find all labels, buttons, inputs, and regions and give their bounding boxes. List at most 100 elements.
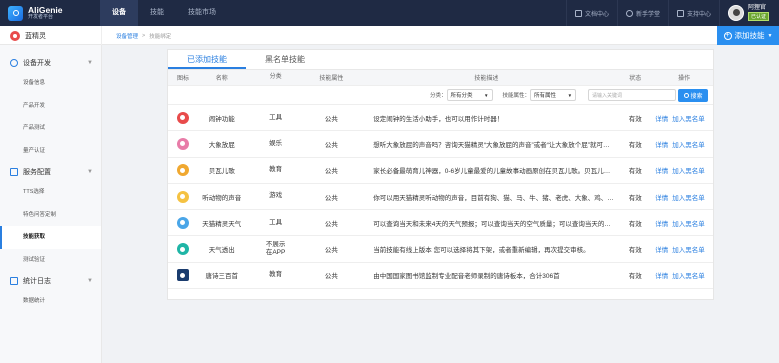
skill-name: 闹钟功能 bbox=[208, 115, 235, 123]
tutorial-link[interactable]: 新手学堂 bbox=[616, 0, 668, 26]
sidebar-group-stats-log[interactable]: 统计日志 ▼ bbox=[0, 271, 101, 290]
detail-link[interactable]: 详情 bbox=[655, 165, 668, 175]
add-blacklist-link[interactable]: 加入黑名单 bbox=[672, 218, 705, 228]
sidebar-item-tts[interactable]: TTS选择 bbox=[0, 181, 101, 204]
breadcrumb-root[interactable]: 设备管理 bbox=[116, 32, 138, 40]
col-ops: 操作 bbox=[678, 76, 691, 82]
docs-link[interactable]: 文档中心 bbox=[565, 0, 617, 26]
sub-header: 蓝精灵 设备管理 > 技能绑定 + 添加技能 ▼ bbox=[0, 26, 779, 45]
skill-category: 娱乐 bbox=[269, 139, 283, 147]
search-button[interactable]: 搜索 bbox=[678, 88, 709, 102]
table-row: 天猫精灵天气 工具 公共 可以查询当天和未来4天的天气预报；可以查询当天的空气质量；可… bbox=[168, 210, 713, 237]
detail-link[interactable]: 详情 bbox=[655, 139, 668, 149]
current-device[interactable]: 蓝精灵 bbox=[0, 26, 102, 45]
attr-select[interactable]: 所有属性 ▼ bbox=[530, 89, 577, 101]
skill-ops: 详情 加入黑名单 bbox=[655, 113, 713, 123]
skill-desc: 由中国国家图书馆监制专业配音老师录制的唐诗板本，合计306首 bbox=[373, 273, 560, 281]
skill-name: 听动物的声音 bbox=[202, 194, 242, 202]
add-blacklist-link[interactable]: 加入黑名单 bbox=[672, 244, 705, 254]
chevron-down-icon: ▼ bbox=[87, 168, 93, 175]
skill-icon bbox=[176, 216, 189, 229]
user-menu[interactable]: 阿狸官 已认证 bbox=[718, 0, 779, 26]
skill-status: 有效 bbox=[628, 141, 642, 149]
skill-name: 天猫精灵天气 bbox=[202, 220, 242, 228]
skill-ops: 详情 加入黑名单 bbox=[655, 218, 713, 228]
skill-desc: 当前技能有线上版本 您可以选择将其下架，或者重新编辑，再次提交审核。 bbox=[373, 247, 590, 255]
chevron-down-icon: ▼ bbox=[484, 92, 489, 98]
add-blacklist-link[interactable]: 加入黑名单 bbox=[672, 165, 705, 175]
detail-link[interactable]: 详情 bbox=[655, 113, 668, 123]
skill-desc: 可以查询当天和未来4天的天气预报；可以查询当天的空气质量；可以查询当天的生活指数 bbox=[373, 220, 616, 228]
app-name: AliGenie bbox=[28, 4, 63, 15]
detail-link[interactable]: 详情 bbox=[655, 192, 668, 202]
skill-icon bbox=[176, 164, 189, 177]
skill-status: 有效 bbox=[628, 247, 642, 255]
skill-icon bbox=[176, 269, 189, 282]
sidebar-item-certification[interactable]: 量产认证 bbox=[0, 140, 101, 163]
tab-added-skills[interactable]: 已添加技能 bbox=[168, 50, 246, 69]
add-blacklist-link[interactable]: 加入黑名单 bbox=[672, 139, 705, 149]
table-row: 天气透出 不展示 在APP 公共 当前技能有线上版本 您可以选择将其下架，或者重新编辑… bbox=[168, 236, 713, 263]
sidebar-item-skill-acquire[interactable]: 技能获取 bbox=[0, 226, 101, 249]
col-status: 状态 bbox=[629, 76, 642, 82]
chevron-down-icon: ▼ bbox=[567, 92, 573, 98]
device-icon bbox=[10, 30, 20, 41]
breadcrumb-separator: > bbox=[142, 32, 146, 39]
nav-skills[interactable]: 技能 bbox=[138, 0, 176, 26]
skill-category: 不展示 在APP bbox=[265, 241, 286, 257]
filter-bar: 分类： 所有分类 ▼ 技能属性： 所有属性 ▼ 请输入关键词 搜索 bbox=[168, 86, 713, 105]
avatar bbox=[727, 5, 744, 21]
verified-badge: 已认证 bbox=[747, 12, 769, 22]
sidebar-item-device-info[interactable]: 设备信息 bbox=[0, 72, 101, 95]
nav-device[interactable]: 设备 bbox=[100, 0, 138, 26]
detail-link[interactable]: 详情 bbox=[655, 270, 668, 280]
skill-attr: 公共 bbox=[324, 194, 338, 202]
skill-attr: 公共 bbox=[324, 273, 338, 281]
tab-blacklist-skills[interactable]: 黑名单技能 bbox=[246, 50, 324, 69]
skill-ops: 详情 加入黑名单 bbox=[655, 165, 713, 175]
skill-attr: 公共 bbox=[324, 220, 338, 228]
skill-icon bbox=[176, 243, 189, 256]
skill-icon-cell bbox=[168, 111, 198, 124]
skill-desc: 设定闹钟的生活小助手，也可以用作计时器！ bbox=[373, 115, 504, 123]
add-skill-button[interactable]: + 添加技能 ▼ bbox=[717, 26, 779, 45]
skill-ops: 详情 加入黑名单 bbox=[655, 244, 713, 254]
skill-icon-cell bbox=[168, 269, 198, 282]
add-blacklist-link[interactable]: 加入黑名单 bbox=[672, 113, 705, 123]
add-blacklist-link[interactable]: 加入黑名单 bbox=[672, 192, 705, 202]
plus-icon: + bbox=[723, 31, 732, 40]
skill-ops: 详情 加入黑名单 bbox=[655, 192, 713, 202]
skill-category: 教育 bbox=[269, 166, 283, 174]
add-blacklist-link[interactable]: 加入黑名单 bbox=[672, 270, 705, 280]
search-input[interactable]: 请输入关键词 bbox=[588, 89, 677, 101]
sidebar-item-data-stats[interactable]: 数据统计 bbox=[0, 290, 101, 313]
sidebar-item-custom-qa[interactable]: 特色问答定制 bbox=[0, 204, 101, 227]
skill-status: 有效 bbox=[628, 194, 642, 202]
sidebar-item-product-dev[interactable]: 产品开发 bbox=[0, 95, 101, 118]
skill-icon-cell bbox=[168, 243, 198, 256]
skill-icon-cell bbox=[168, 137, 198, 150]
skill-ops: 详情 加入黑名单 bbox=[655, 139, 713, 149]
nav-skill-market[interactable]: 技能市场 bbox=[176, 0, 228, 26]
sidebar-item-product-test[interactable]: 产品测试 bbox=[0, 117, 101, 140]
category-select[interactable]: 所有分类 ▼ bbox=[446, 89, 493, 101]
skill-category: 工具 bbox=[269, 113, 283, 121]
sidebar-group-device-dev[interactable]: 设备开发 ▼ bbox=[0, 53, 101, 72]
app-logo[interactable]: AliGenie 开发者平台 bbox=[0, 4, 100, 21]
sidebar-item-test-verify[interactable]: 测试验证 bbox=[0, 249, 101, 272]
search-icon bbox=[683, 92, 689, 98]
skills-panel: 已添加技能 黑名单技能 图标 名称 分类 技能属性 技能描述 状态 操作 分类：… bbox=[167, 49, 714, 300]
help-icon bbox=[625, 9, 633, 17]
skill-attr: 公共 bbox=[324, 115, 338, 123]
col-category: 分类 bbox=[269, 73, 282, 80]
skill-name: 大象放屁 bbox=[208, 141, 235, 149]
detail-link[interactable]: 详情 bbox=[655, 244, 668, 254]
support-link[interactable]: 支持中心 bbox=[667, 0, 719, 26]
table-row: 唐诗三百首 教育 公共 由中国国家图书馆监制专业配音老师录制的唐诗板本，合计306首 有… bbox=[168, 263, 713, 290]
category-filter-label: 分类： bbox=[430, 93, 447, 99]
skill-attr: 公共 bbox=[324, 168, 338, 176]
sidebar-group-service-config[interactable]: 服务配置 ▼ bbox=[0, 162, 101, 181]
skill-icon-cell bbox=[168, 190, 198, 203]
service-icon bbox=[10, 167, 18, 176]
detail-link[interactable]: 详情 bbox=[655, 218, 668, 228]
